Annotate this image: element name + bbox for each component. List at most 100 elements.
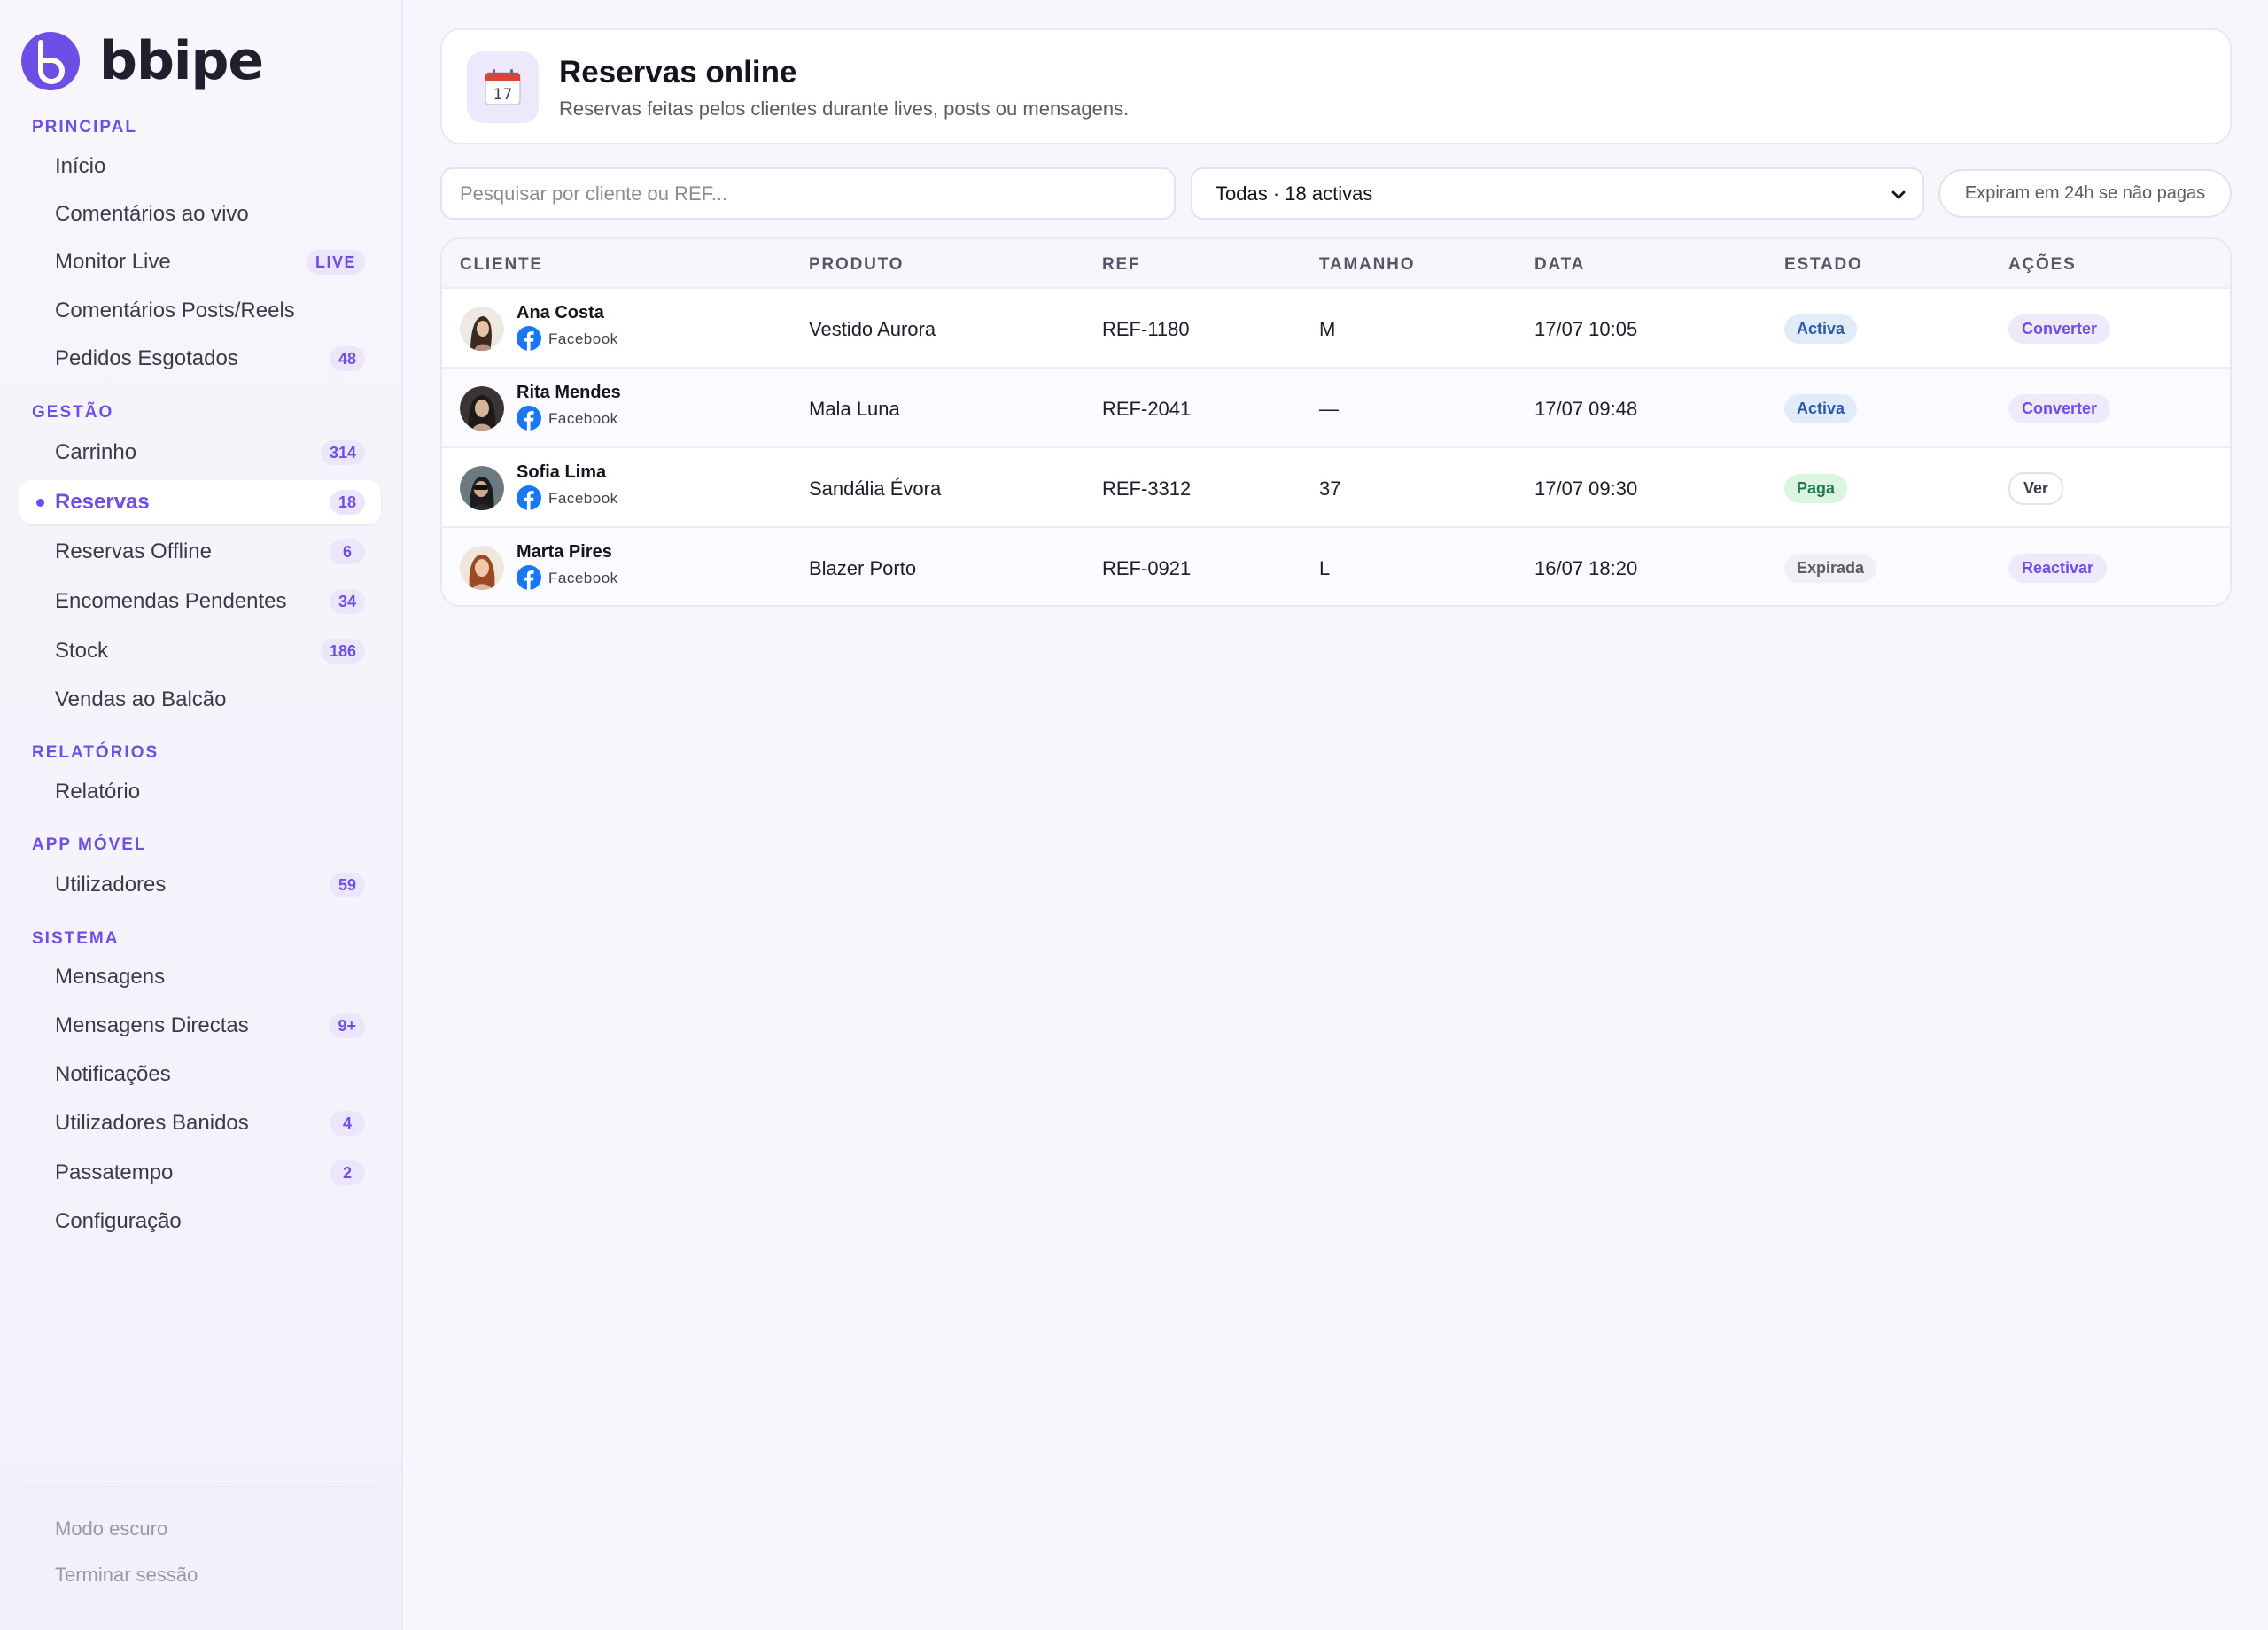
customer-name: Sofia Lima: [517, 462, 607, 482]
sidebar-item-utilizadores-banidos[interactable]: Utilizadores Banidos 4: [19, 1101, 381, 1145]
facebook-icon: [517, 406, 541, 431]
sidebar-item-label: Pedidos Esgotados: [55, 346, 238, 370]
status-filter-select[interactable]: Todas · 18 activas: [1191, 167, 1924, 220]
sidebar-item-inicio[interactable]: Início: [19, 144, 381, 189]
sidebar-item-passatempo[interactable]: Passatempo 2: [19, 1151, 381, 1195]
nav-section-gestao: GESTÃO: [32, 403, 114, 422]
facebook-icon: [517, 565, 541, 590]
table-row[interactable]: Ana Costa Facebook Vestido Aurora REF-11…: [442, 289, 2230, 369]
reservations-table: CLIENTE PRODUTO REF TAMANHO DATA ESTADO …: [440, 237, 2232, 607]
sidebar-item-relatorio[interactable]: Relatório: [19, 770, 381, 814]
bbipe-logo-icon: [21, 32, 80, 90]
table-header: CLIENTE PRODUTO REF TAMANHO DATA ESTADO …: [442, 239, 2230, 289]
sidebar-item-stock[interactable]: Stock 186: [19, 629, 381, 673]
sidebar-item-label: Relatório: [55, 780, 141, 803]
convert-button[interactable]: Converter: [2008, 314, 2111, 344]
sidebar-item-label: Comentários ao vivo: [55, 202, 249, 226]
calendar-icon: 17: [467, 51, 539, 123]
column-header-ref[interactable]: REF: [1102, 255, 1140, 275]
chevron-down-icon: [1891, 190, 1906, 199]
channel-label: Facebook: [548, 330, 618, 347]
brand-logo[interactable]: bbipe: [21, 30, 264, 92]
size-cell: 37: [1319, 477, 1341, 500]
column-header-estado[interactable]: ESTADO: [1784, 255, 1863, 275]
dark-mode-toggle[interactable]: Modo escuro: [55, 1517, 167, 1541]
size-cell: M: [1319, 318, 1336, 340]
count-badge: 18: [329, 490, 365, 515]
count-badge: 9+: [329, 1013, 365, 1038]
search-input[interactable]: [440, 167, 1176, 220]
avatar: [460, 466, 504, 510]
sidebar-item-encomendas-pendentes[interactable]: Encomendas Pendentes 34: [19, 579, 381, 624]
sidebar-item-label: Início: [55, 154, 106, 178]
size-cell: L: [1319, 557, 1331, 579]
view-button[interactable]: Ver: [2008, 472, 2064, 505]
sidebar-item-label: Carrinho: [55, 440, 137, 464]
active-dot-icon: [36, 499, 44, 507]
status-badge: Paga: [1784, 474, 1848, 503]
column-header-tamanho[interactable]: TAMANHO: [1319, 255, 1415, 275]
product-cell: Vestido Aurora: [809, 318, 936, 340]
status-badge: Activa: [1784, 314, 1858, 344]
count-badge: 59: [329, 873, 365, 897]
ref-cell: REF-2041: [1102, 398, 1192, 420]
expiry-note: Expiram em 24h se não pagas: [1938, 169, 2232, 218]
count-badge: 314: [320, 440, 365, 465]
sidebar-divider: [25, 1486, 379, 1487]
customer-name: Rita Mendes: [517, 383, 621, 402]
table-row[interactable]: Rita Mendes Facebook Mala Luna REF-2041 …: [442, 369, 2230, 448]
sidebar-item-reservas[interactable]: Reservas 18: [19, 480, 381, 524]
count-badge: 4: [330, 1111, 365, 1136]
sidebar-item-utilizadores[interactable]: Utilizadores 59: [19, 863, 381, 907]
brand-name: bbipe: [99, 30, 264, 92]
channel-label: Facebook: [548, 570, 618, 586]
live-badge: LIVE: [306, 250, 365, 275]
logout-link[interactable]: Terminar sessão: [55, 1564, 198, 1587]
sidebar-item-reservas-offline[interactable]: Reservas Offline 6: [19, 530, 381, 574]
product-cell: Mala Luna: [809, 398, 900, 420]
product-cell: Blazer Porto: [809, 557, 917, 579]
nav-section-principal: PRINCIPAL: [32, 118, 137, 136]
reactivate-button[interactable]: Reactivar: [2008, 554, 2108, 583]
date-cell: 16/07 18:20: [1534, 557, 1638, 579]
sidebar-item-comentarios-posts-reels[interactable]: Comentários Posts/Reels: [19, 289, 381, 333]
count-badge: 2: [330, 1160, 365, 1185]
column-header-produto[interactable]: PRODUTO: [809, 255, 904, 275]
sidebar-item-label: Utilizadores Banidos: [55, 1111, 249, 1135]
sidebar-item-label: Comentários Posts/Reels: [55, 299, 295, 322]
column-header-data[interactable]: DATA: [1534, 255, 1585, 275]
count-badge: 34: [329, 589, 365, 614]
sidebar-item-vendas-ao-balcao[interactable]: Vendas ao Balcão: [19, 678, 381, 722]
size-cell: —: [1319, 398, 1339, 420]
page-subtitle: Reservas feitas pelos clientes durante l…: [559, 97, 1130, 120]
date-cell: 17/07 09:30: [1534, 477, 1638, 500]
count-badge: 48: [329, 346, 365, 371]
calendar-day: 17: [493, 86, 513, 104]
sidebar-item-monitor-live[interactable]: Monitor Live LIVE: [19, 240, 381, 284]
sidebar-item-pedidos-esgotados[interactable]: Pedidos Esgotados 48: [19, 337, 381, 381]
column-header-acoes: AÇÕES: [2008, 255, 2077, 274]
count-badge: 186: [320, 639, 365, 664]
ref-cell: REF-1180: [1102, 318, 1190, 340]
sidebar-item-label: Configuração: [55, 1209, 182, 1233]
column-header-cliente[interactable]: CLIENTE: [460, 255, 543, 275]
customer-name: Ana Costa: [517, 303, 604, 322]
sidebar-item-carrinho[interactable]: Carrinho 314: [19, 431, 381, 475]
sidebar-item-configuracao[interactable]: Configuração: [19, 1199, 381, 1244]
sidebar-item-label: Mensagens: [55, 965, 166, 989]
convert-button[interactable]: Converter: [2008, 394, 2111, 423]
sidebar-item-notificacoes[interactable]: Notificações: [19, 1052, 381, 1097]
sidebar-item-label: Passatempo: [55, 1160, 174, 1184]
ref-cell: REF-3312: [1102, 477, 1192, 500]
sidebar-item-label: Notificações: [55, 1062, 171, 1086]
sidebar-item-mensagens-directas[interactable]: Mensagens Directas 9+: [19, 1004, 381, 1048]
sidebar-item-mensagens[interactable]: Mensagens: [19, 955, 381, 999]
ref-cell: REF-0921: [1102, 557, 1192, 579]
sidebar-item-comentarios-ao-vivo[interactable]: Comentários ao vivo: [19, 192, 381, 237]
nav-section-sistema: SISTEMA: [32, 929, 120, 948]
sidebar: bbipe PRINCIPAL Início Comentários ao vi…: [0, 0, 403, 1630]
table-row[interactable]: Sofia Lima Facebook Sandália Évora REF-3…: [442, 448, 2230, 528]
table-row[interactable]: Marta Pires Facebook Blazer Porto REF-09…: [442, 528, 2230, 605]
avatar: [460, 307, 504, 351]
date-cell: 17/07 09:48: [1534, 398, 1638, 420]
